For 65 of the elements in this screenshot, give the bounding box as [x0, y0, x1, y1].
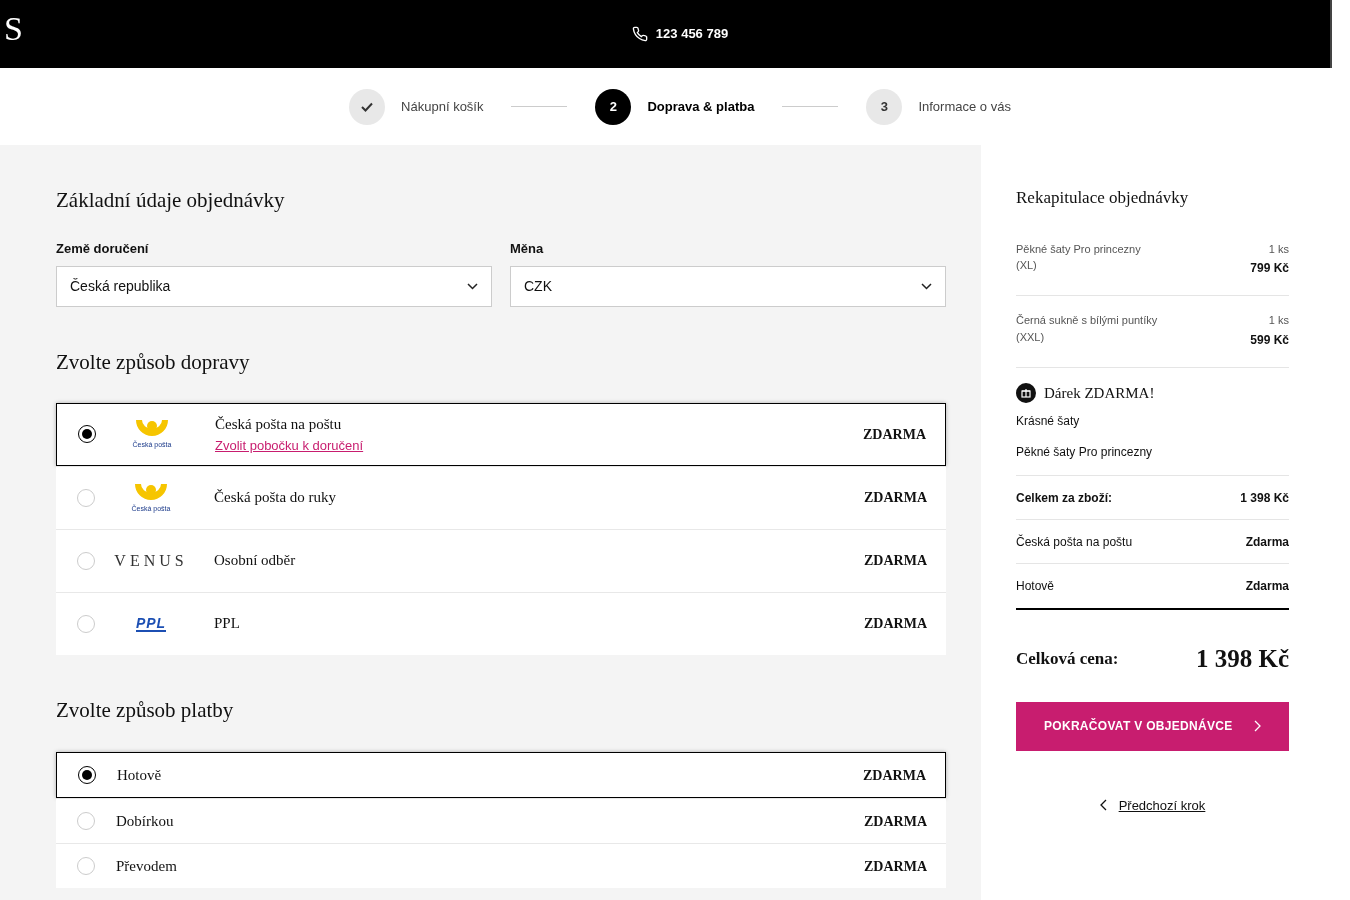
gift-title: Dárek ZDARMA!: [1044, 383, 1155, 403]
site-logo[interactable]: S: [4, 12, 23, 46]
option-price: ZDARMA: [864, 857, 927, 876]
payment-option[interactable]: Dobírkou ZDARMA: [56, 798, 946, 843]
check-icon: [361, 101, 374, 112]
option-name: PPL: [214, 614, 241, 634]
summary-label: Hotově: [1016, 578, 1055, 595]
option-name: Česká pošta do ruky: [214, 488, 338, 508]
option-name: Osobní odběr: [214, 551, 297, 571]
step-number: 2: [595, 88, 632, 125]
ppl-logo: PPL: [135, 615, 167, 632]
gift-item: Krásné šaty: [1016, 413, 1081, 430]
summary-heading: Rekapitulace objednávky: [1016, 187, 1190, 209]
field-label: Měna: [510, 239, 545, 258]
pickup-point-link[interactable]: Zvolit pobočku k doručení: [215, 435, 364, 455]
continue-button[interactable]: POKRAČOVAT V OBJEDNÁVCE: [1016, 701, 1289, 751]
payment-option[interactable]: Hotově ZDARMA: [56, 752, 946, 798]
product-size: (XL): [1016, 258, 1038, 273]
chevron-right-icon: [1254, 720, 1261, 732]
product-price: 599 Kč: [1250, 331, 1289, 349]
step-label[interactable]: Nákupní košík: [401, 96, 484, 117]
option-price: ZDARMA: [864, 552, 927, 570]
product-size: (XXL): [1016, 329, 1046, 345]
step-label: Informace o vás: [918, 97, 1011, 116]
section-heading: Základní údaje objednávky: [56, 187, 286, 214]
gift-item: Pěkné šaty Pro princezny: [1016, 444, 1154, 461]
product-quantity: 1 ks: [1268, 313, 1289, 328]
step-label: Doprava & platba: [647, 97, 755, 116]
option-price: ZDARMA: [864, 812, 927, 831]
previous-step-link[interactable]: Předchozí krok: [1016, 795, 1289, 815]
chevron-down-icon: [467, 283, 478, 290]
phone-number[interactable]: 123 456 789: [655, 24, 729, 44]
summary-value: Zdarma: [1245, 578, 1289, 595]
summary-value: Zdarma: [1245, 533, 1289, 551]
option-price: ZDARMA: [864, 489, 927, 507]
total-price: 1 398 Kč: [1195, 644, 1289, 674]
option-price: ZDARMA: [864, 615, 927, 633]
gift-icon: [1016, 382, 1036, 403]
section-heading: Zvolte způsob platby: [56, 696, 235, 724]
phone-icon: [631, 26, 648, 42]
product-name: Černá sukně s bílými puntíky: [1016, 313, 1158, 328]
total-label: Celková cena:: [1016, 648, 1119, 670]
step-number: 3: [866, 88, 903, 125]
shipping-option[interactable]: VENUS Osobní odběr ZDARMA: [56, 528, 946, 592]
summary-label: Celkem za zboží:: [1016, 489, 1113, 507]
chevron-down-icon: [921, 283, 932, 290]
payment-option[interactable]: Převodem ZDARMA: [56, 843, 946, 888]
product-quantity: 1 ks: [1268, 241, 1289, 257]
chevron-left-icon: [1099, 799, 1107, 812]
option-price: ZDARMA: [863, 766, 926, 785]
summary-label: Česká pošta na poštu: [1016, 533, 1133, 551]
select-field[interactable]: CZK: [510, 266, 946, 307]
option-name: Česká pošta na poštu: [215, 415, 343, 434]
option-name: Dobírkou: [116, 811, 175, 831]
summary-value: 1 398 Kč: [1240, 489, 1289, 507]
select-field[interactable]: Česká republika: [56, 266, 492, 307]
product-name: Pěkné šaty Pro princezny: [1016, 241, 1141, 257]
option-price: ZDARMA: [863, 425, 926, 444]
product-price: 799 Kč: [1250, 260, 1289, 277]
field-label: Země doručení: [56, 239, 150, 258]
venus-logo: VENUS: [114, 550, 188, 571]
option-name: Převodem: [116, 856, 178, 876]
shipping-option[interactable]: PPL PPL ZDARMA: [56, 591, 946, 655]
option-name: Hotově: [117, 765, 163, 785]
section-heading: Zvolte způsob dopravy: [56, 349, 251, 376]
